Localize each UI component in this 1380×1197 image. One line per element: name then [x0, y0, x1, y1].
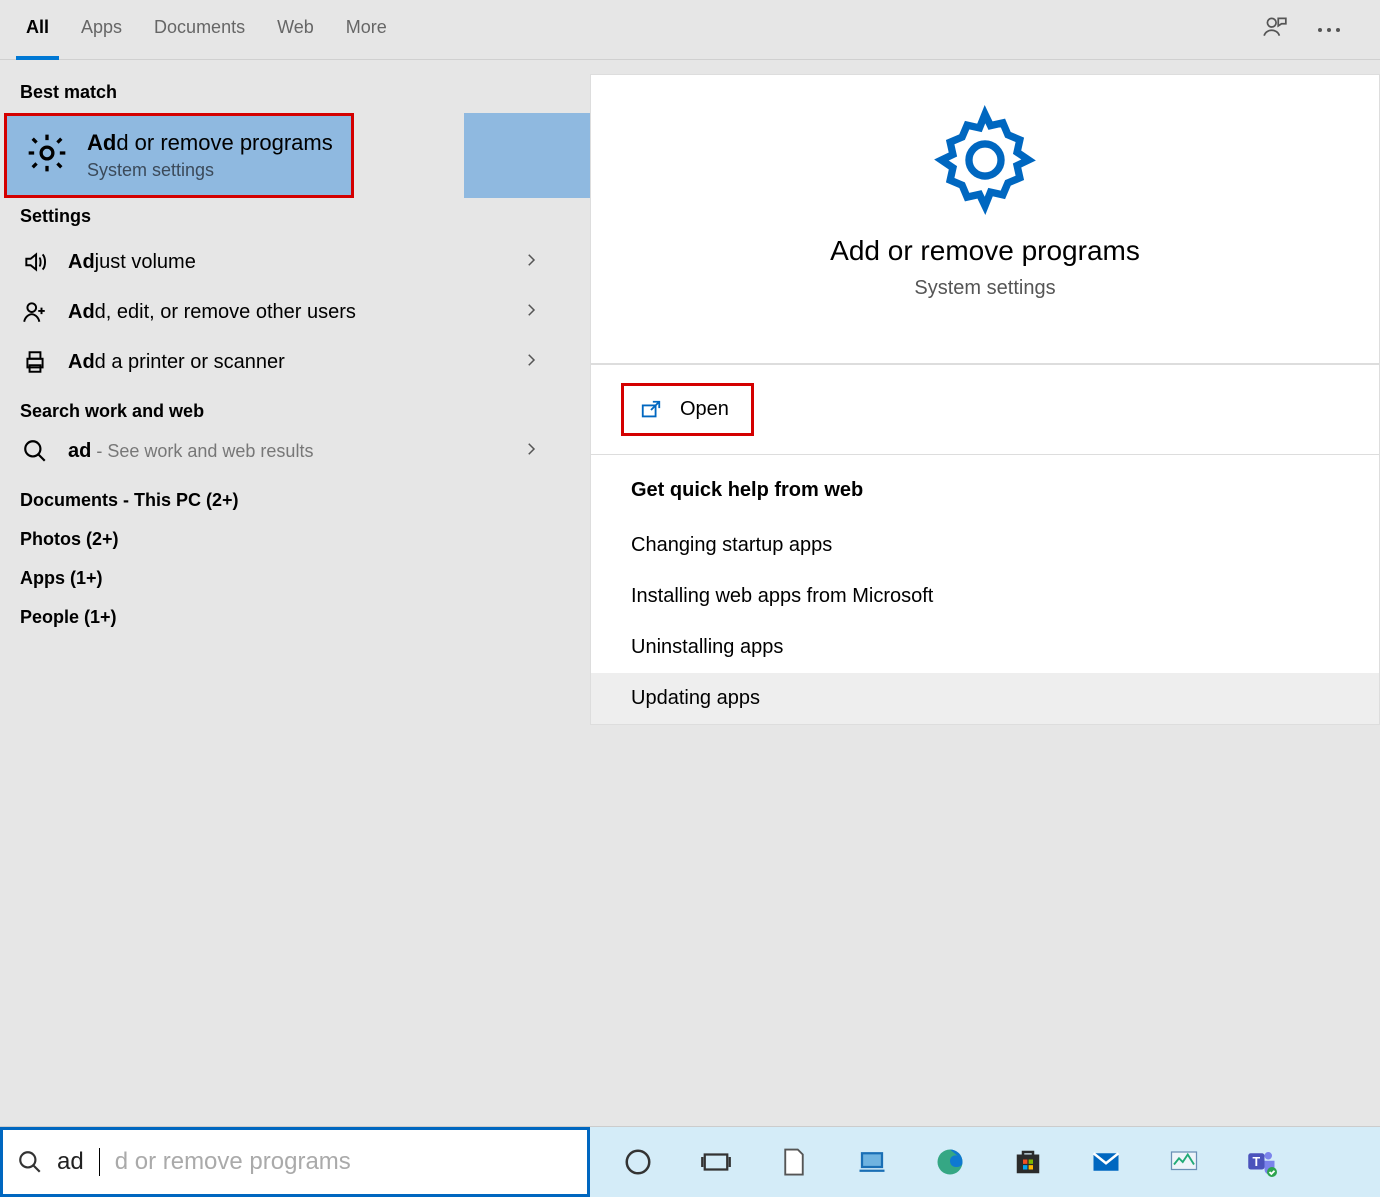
settings-row-label: Adjust volume	[68, 251, 504, 274]
quick-help-title: Get quick help from web	[631, 479, 1339, 502]
web-search-row[interactable]: ad - See work and web results	[0, 426, 590, 476]
settings-row-label: Add, edit, or remove other users	[68, 301, 504, 324]
section-search-web: Search work and web	[0, 387, 590, 426]
settings-row-printer[interactable]: Add a printer or scanner	[0, 337, 590, 387]
chevron-right-icon	[522, 251, 570, 274]
chevron-right-icon	[522, 440, 570, 463]
user-plus-icon	[20, 299, 50, 325]
svg-text:T: T	[1253, 1155, 1261, 1169]
taskbar: T	[590, 1127, 1380, 1197]
search-ghost-text: d or remove programs	[115, 1148, 351, 1176]
section-apps[interactable]: Apps (1+)	[0, 554, 590, 593]
laptop-icon[interactable]	[854, 1144, 890, 1180]
help-item[interactable]: Changing startup apps	[631, 520, 1339, 571]
edge-icon[interactable]	[932, 1144, 968, 1180]
settings-row-users[interactable]: Add, edit, or remove other users	[0, 287, 590, 337]
best-match-result[interactable]: Add or remove programs System settings	[4, 113, 354, 198]
section-settings: Settings	[0, 198, 590, 237]
chevron-right-icon	[522, 301, 570, 324]
help-item[interactable]: Installing web apps from Microsoft	[631, 571, 1339, 622]
tab-apps[interactable]: Apps	[71, 0, 132, 60]
section-documents[interactable]: Documents - This PC (2+)	[0, 476, 590, 515]
open-button-label: Open	[680, 398, 729, 421]
gear-icon	[25, 131, 69, 180]
best-match-title: Add or remove programs	[87, 130, 333, 156]
volume-icon	[20, 249, 50, 275]
open-external-icon	[640, 399, 662, 421]
gear-icon	[930, 105, 1040, 215]
help-item[interactable]: Uninstalling apps	[631, 622, 1339, 673]
best-match-highlight	[464, 113, 590, 198]
tab-web[interactable]: Web	[267, 0, 324, 60]
best-match-subtitle: System settings	[87, 160, 333, 181]
quick-help-section: Get quick help from web Changing startup…	[590, 455, 1380, 725]
libreoffice-icon[interactable]	[776, 1144, 812, 1180]
cortana-icon[interactable]	[620, 1144, 656, 1180]
tab-documents[interactable]: Documents	[144, 0, 255, 60]
tab-more[interactable]: More	[336, 0, 403, 60]
preview-subtitle: System settings	[914, 277, 1055, 300]
section-photos[interactable]: Photos (2+)	[0, 515, 590, 554]
tab-all[interactable]: All	[16, 0, 59, 60]
section-people[interactable]: People (1+)	[0, 593, 590, 632]
feedback-icon[interactable]	[1262, 14, 1288, 45]
search-icon	[17, 1149, 43, 1175]
filter-tabs: All Apps Documents Web More	[0, 0, 1380, 60]
monitor-chart-icon[interactable]	[1166, 1144, 1202, 1180]
task-view-icon[interactable]	[698, 1144, 734, 1180]
chevron-right-icon	[522, 351, 570, 374]
text-caret	[99, 1148, 100, 1176]
settings-row-volume[interactable]: Adjust volume	[0, 237, 590, 287]
search-icon	[20, 438, 50, 464]
web-search-label: ad - See work and web results	[68, 440, 504, 463]
help-item[interactable]: Updating apps	[591, 673, 1379, 724]
search-input[interactable]: ad d or remove programs	[0, 1127, 590, 1197]
more-options-icon[interactable]	[1318, 28, 1340, 32]
printer-icon	[20, 349, 50, 375]
settings-row-label: Add a printer or scanner	[68, 351, 504, 374]
mail-icon[interactable]	[1088, 1144, 1124, 1180]
preview-title: Add or remove programs	[830, 235, 1140, 267]
preview-card: Add or remove programs System settings	[590, 74, 1380, 364]
section-best-match: Best match	[0, 74, 590, 113]
open-button[interactable]: Open	[621, 383, 754, 436]
search-typed-text: ad	[57, 1148, 84, 1176]
tab-more-label: More	[346, 17, 387, 38]
store-icon[interactable]	[1010, 1144, 1046, 1180]
teams-icon[interactable]: T	[1244, 1144, 1280, 1180]
